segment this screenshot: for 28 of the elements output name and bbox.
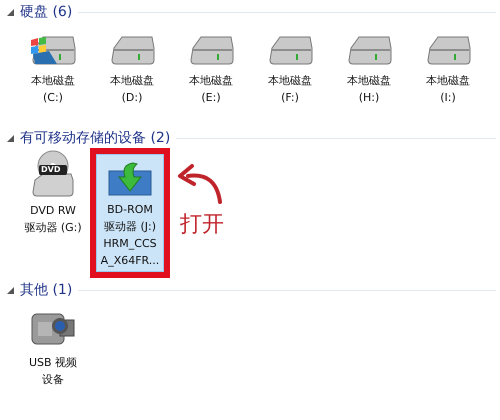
item-label: 本地磁盘 (I:) bbox=[426, 73, 470, 106]
dvd-drive-icon bbox=[31, 150, 75, 198]
drive-item[interactable]: USB 视频 设备 bbox=[18, 306, 88, 394]
drive-item[interactable]: 本地磁盘 (D:) bbox=[97, 32, 167, 112]
item-label: DVD RW 驱动器 (G:) bbox=[24, 203, 82, 236]
item-label: USB 视频 设备 bbox=[28, 355, 78, 388]
group-header[interactable]: 硬盘 (6) bbox=[20, 3, 72, 21]
expanded-arrow-icon[interactable] bbox=[7, 8, 14, 16]
drive-item[interactable]: DVD DVD RW 驱动器 (G:) bbox=[18, 148, 88, 242]
drive-item[interactable]: 本地磁盘 (E:) bbox=[176, 32, 246, 112]
drive-item[interactable]: 本地磁盘 (H:) bbox=[334, 32, 404, 112]
group-header[interactable]: 有可移动存储的设备 (2) bbox=[20, 129, 170, 147]
drive-item[interactable]: 本地磁盘 (F:) bbox=[255, 32, 325, 112]
item-label: BD-ROM 驱动器 (J:) HRM_CCS A_X64FR... bbox=[100, 202, 160, 269]
install-arrow-icon bbox=[107, 161, 153, 197]
drive-item[interactable]: 本地磁盘 (I:) bbox=[413, 32, 483, 112]
item-label: 本地磁盘 (E:) bbox=[189, 73, 233, 106]
item-label: 本地磁盘 (D:) bbox=[110, 73, 154, 106]
item-label: 本地磁盘 (H:) bbox=[347, 73, 391, 106]
expanded-arrow-icon[interactable] bbox=[7, 134, 14, 142]
drive-item[interactable]: BD-ROM 驱动器 (J:) HRM_CCS A_X64FR... bbox=[96, 154, 164, 272]
group-header[interactable]: 其他 (1) bbox=[20, 281, 72, 299]
expanded-arrow-icon[interactable] bbox=[7, 286, 14, 294]
annotation-text: 打开 bbox=[180, 212, 224, 238]
item-label: 本地磁盘 (F:) bbox=[268, 73, 312, 106]
drive-label: DVD bbox=[41, 165, 60, 175]
drive-item[interactable]: 本地磁盘 (C:) bbox=[18, 32, 88, 112]
item-label: 本地磁盘 (C:) bbox=[31, 73, 75, 106]
